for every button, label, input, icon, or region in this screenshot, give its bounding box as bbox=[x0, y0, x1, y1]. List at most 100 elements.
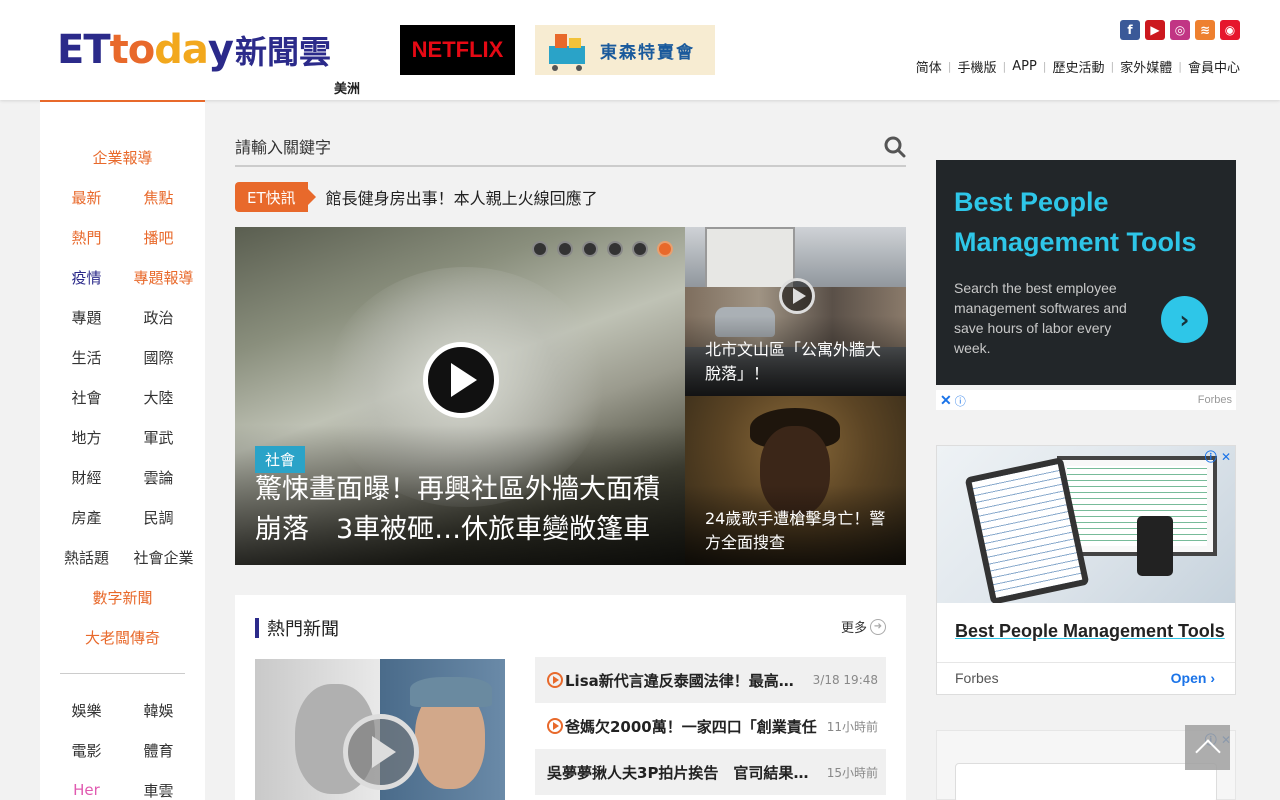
facebook-icon[interactable]: f bbox=[1120, 20, 1140, 40]
search-bar bbox=[235, 130, 906, 167]
nav-hot-topics[interactable]: 熱話題 bbox=[62, 547, 112, 568]
ad-management-tools-card[interactable]: ⓘ ✕ Best People Management Tools Forbes … bbox=[936, 445, 1236, 695]
logo-today-y: y bbox=[207, 27, 234, 73]
carousel-dot-active[interactable] bbox=[657, 241, 673, 257]
play-icon[interactable] bbox=[343, 714, 419, 790]
video-icon bbox=[547, 718, 563, 734]
link-member[interactable]: 會員中心 bbox=[1188, 57, 1240, 76]
site-header: ET t o d a y 新聞雲 美洲 NETFLIX 東森特賣會 f ▶ ◎ … bbox=[0, 0, 1280, 100]
chevron-right-icon[interactable]: › bbox=[1161, 296, 1208, 343]
play-icon[interactable] bbox=[779, 278, 815, 314]
back-to-top-button[interactable] bbox=[1185, 725, 1230, 770]
link-app[interactable]: APP bbox=[1012, 59, 1037, 74]
chevron-right-icon: › bbox=[1210, 670, 1215, 686]
nav-movies[interactable]: 電影 bbox=[62, 740, 112, 761]
nav-social-enterprise[interactable]: 社會企業 bbox=[134, 547, 194, 568]
nav-special-report[interactable]: 專題報導 bbox=[134, 267, 194, 288]
nav-sports[interactable]: 體育 bbox=[134, 740, 184, 761]
ad-body: Search the best employee management soft… bbox=[954, 280, 1127, 356]
list-item-title: Lisa新代言違反泰國法律！最高「罰 bbox=[565, 671, 809, 690]
region-label[interactable]: 美洲 bbox=[334, 78, 360, 97]
carousel-dot[interactable] bbox=[632, 241, 648, 257]
nav-international[interactable]: 國際 bbox=[134, 347, 184, 368]
logo-today-d: d bbox=[154, 27, 183, 73]
logo-today-t: t bbox=[109, 27, 129, 73]
nav-enterprise[interactable]: 企業報導 bbox=[92, 147, 152, 168]
nav-boss-legend[interactable]: 大老闆傳奇 bbox=[85, 627, 160, 648]
logo-cloud: 新聞雲 bbox=[234, 33, 331, 71]
link-mobile[interactable]: 手機版 bbox=[957, 57, 996, 76]
nav-korean-ent[interactable]: 韓娛 bbox=[134, 700, 184, 721]
hot-news-thumbnail[interactable] bbox=[255, 659, 505, 800]
nav-property[interactable]: 房產 bbox=[62, 507, 112, 528]
logo-today-a: a bbox=[181, 27, 209, 73]
ettoday-logo[interactable]: ET t o d a y 新聞雲 bbox=[57, 26, 331, 74]
hero-category-badge[interactable]: 社會 bbox=[255, 446, 306, 473]
ad-choices-icon[interactable]: ⓘ ✕ bbox=[1205, 448, 1231, 465]
nav-life[interactable]: 生活 bbox=[62, 347, 112, 368]
list-item[interactable]: Lisa新代言違反泰國法律！最高「罰 3/18 19:48 bbox=[535, 657, 886, 703]
list-item[interactable]: 爸媽欠2000萬！一家四口「創業責任 11小時前 bbox=[535, 703, 886, 749]
side-story-headline[interactable]: 24歲歌手遭槍擊身亡！警方全面搜查 bbox=[705, 507, 895, 555]
nav-focus[interactable]: 焦點 bbox=[134, 187, 184, 208]
nav-broadcast[interactable]: 播吧 bbox=[134, 227, 184, 248]
info-icon[interactable]: ⓘ bbox=[955, 396, 966, 408]
breaking-news-headline[interactable]: 館長健身房出事！本人親上火線回應了 bbox=[326, 185, 598, 209]
dongsen-banner-ad[interactable]: 東森特賣會 bbox=[535, 25, 715, 75]
search-icon[interactable] bbox=[884, 136, 906, 158]
ad-footer: ✕ ⓘ Forbes bbox=[936, 390, 1236, 410]
list-item[interactable]: 吳夢夢揪人夫3P拍片挨告 官司結果出爐 15小時前 bbox=[535, 749, 886, 795]
ad-choices[interactable]: ✕ ⓘ bbox=[940, 392, 966, 409]
instagram-icon[interactable]: ◎ bbox=[1170, 20, 1190, 40]
carousel-dot[interactable] bbox=[582, 241, 598, 257]
carousel-dot[interactable] bbox=[607, 241, 623, 257]
ad-headline: Best People Management Tools bbox=[954, 187, 1197, 257]
side-story-headline[interactable]: 北市文山區「公寓外牆大脫落」！ bbox=[705, 338, 895, 386]
play-icon[interactable] bbox=[423, 342, 499, 418]
side-story-1[interactable]: 北市文山區「公寓外牆大脫落」！ bbox=[685, 227, 906, 396]
netflix-banner-ad[interactable]: NETFLIX bbox=[400, 25, 515, 75]
nav-mainland[interactable]: 大陸 bbox=[134, 387, 184, 408]
nav-topics[interactable]: 專題 bbox=[62, 307, 112, 328]
nav-hot[interactable]: 熱門 bbox=[62, 227, 112, 248]
ad-title[interactable]: Best People Management Tools bbox=[955, 621, 1225, 642]
nav-cars[interactable]: 車雲 bbox=[134, 780, 184, 800]
list-item-time: 11小時前 bbox=[826, 719, 878, 734]
link-events[interactable]: 歷史活動 bbox=[1053, 57, 1105, 76]
link-simplified[interactable]: 简体 bbox=[916, 57, 942, 76]
link-outdoor-media[interactable]: 家外媒體 bbox=[1120, 57, 1172, 76]
nav-divider bbox=[60, 673, 185, 674]
side-story-2[interactable]: 24歲歌手遭槍擊身亡！警方全面搜查 bbox=[685, 396, 906, 565]
nav-her[interactable]: Her bbox=[62, 781, 112, 799]
list-item-title: 吳夢夢揪人夫3P拍片挨告 官司結果出爐 bbox=[547, 763, 823, 782]
hero-headline[interactable]: 驚悚畫面曝！再興社區外牆大面積崩落 3車被砸…休旅車變敞篷車 bbox=[255, 470, 675, 550]
list-item-time: 15小時前 bbox=[826, 765, 878, 780]
ad-management-tools-dark[interactable]: Best People Management Tools Search the … bbox=[936, 160, 1236, 385]
nav-digital-news[interactable]: 數字新聞 bbox=[92, 587, 152, 608]
carousel-dot[interactable] bbox=[532, 241, 548, 257]
nav-poll[interactable]: 民調 bbox=[134, 507, 184, 528]
hero-slide[interactable]: 社會 驚悚畫面曝！再興社區外牆大面積崩落 3車被砸…休旅車變敞篷車 bbox=[235, 227, 685, 565]
carousel-dots bbox=[532, 241, 673, 257]
carousel-dot[interactable] bbox=[557, 241, 573, 257]
nav-military[interactable]: 軍武 bbox=[134, 427, 184, 448]
ad-open-button[interactable]: Open › bbox=[1171, 670, 1215, 686]
nav-pandemic[interactable]: 疫情 bbox=[62, 267, 112, 288]
nav-entertainment[interactable]: 娛樂 bbox=[62, 700, 112, 721]
list-item-time: 3/18 19:48 bbox=[812, 673, 878, 687]
left-navigation: 企業報導 最新 焦點 熱門 播吧 疫情 專題報導 專題 政治 生活 國際 社會 大陸 地方 軍… bbox=[40, 100, 205, 800]
nav-local[interactable]: 地方 bbox=[62, 427, 112, 448]
more-link[interactable]: 更多 ➜ bbox=[841, 617, 886, 636]
nav-opinion[interactable]: 雲論 bbox=[134, 467, 184, 488]
nav-society[interactable]: 社會 bbox=[62, 387, 112, 408]
search-input[interactable] bbox=[235, 130, 855, 164]
breaking-news-tag: ET快訊 bbox=[235, 182, 316, 212]
nav-latest[interactable]: 最新 bbox=[62, 187, 112, 208]
youtube-icon[interactable]: ▶ bbox=[1145, 20, 1165, 40]
hot-news-heading: 熱門新聞 bbox=[255, 618, 339, 640]
nav-politics[interactable]: 政治 bbox=[134, 307, 184, 328]
close-icon[interactable]: ✕ bbox=[940, 392, 952, 408]
rss-icon[interactable]: ≋ bbox=[1195, 20, 1215, 40]
nav-finance[interactable]: 財經 bbox=[62, 467, 112, 488]
weibo-icon[interactable]: ◉ bbox=[1220, 20, 1240, 40]
